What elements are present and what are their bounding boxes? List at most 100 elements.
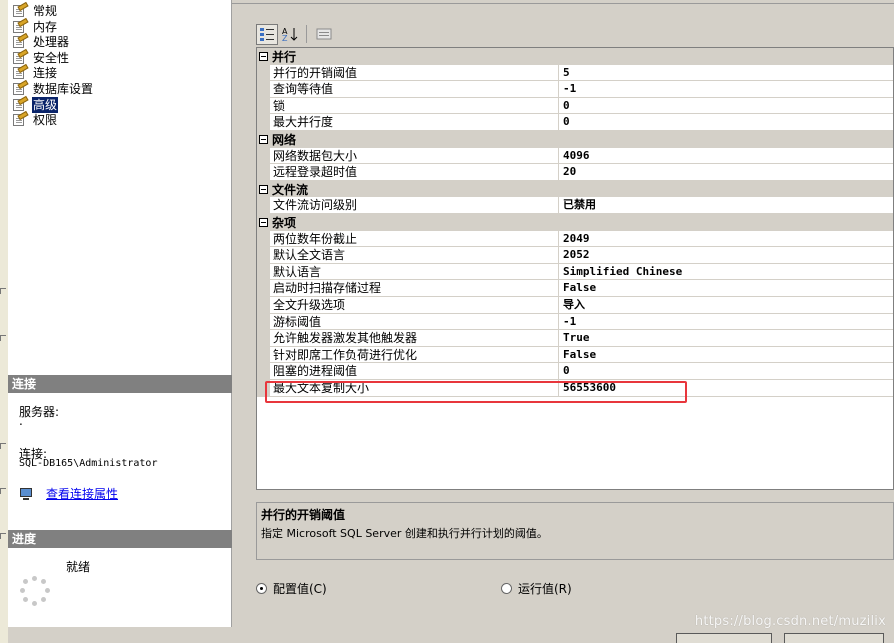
property-value[interactable]: 2049 — [559, 231, 893, 248]
property-value[interactable]: 已禁用 — [559, 197, 893, 214]
page-settings-icon — [12, 1, 29, 18]
row-gutter — [257, 97, 270, 115]
property-value[interactable]: Simplified Chinese — [559, 264, 893, 281]
collapse-toggle-icon[interactable] — [259, 134, 268, 144]
property-value[interactable]: 5 — [559, 65, 893, 82]
toolbar-separator — [306, 25, 307, 43]
category-row[interactable]: 网络 — [257, 131, 893, 148]
property-row[interactable]: 阻塞的进程阈值 0 — [257, 363, 893, 380]
property-name: 默认全文语言 — [270, 247, 559, 264]
page-item[interactable]: 安全性 — [12, 48, 70, 66]
background-window-edge — [0, 0, 8, 643]
collapse-toggle-icon[interactable] — [259, 51, 268, 61]
row-gutter — [257, 280, 270, 297]
page-item[interactable]: 处理器 — [12, 33, 70, 50]
property-value[interactable]: 0 — [559, 114, 893, 131]
property-name: 网络数据包大小 — [270, 147, 559, 165]
property-value[interactable]: 20 — [559, 164, 893, 181]
property-row[interactable]: 锁0 — [257, 97, 893, 115]
category-row[interactable]: 文件流 — [257, 180, 893, 198]
alphabetical-icon: A Z — [282, 27, 298, 42]
property-name: 游标阈值 — [270, 313, 559, 331]
progress-spinner-icon — [20, 576, 50, 606]
page-item-label: 数据库设置 — [33, 82, 94, 96]
running-values-radio[interactable] — [501, 583, 512, 594]
configured-values-label: 配置值(C) — [273, 582, 327, 596]
page-item-label: 连接 — [33, 66, 58, 81]
property-value[interactable]: 2052 — [559, 247, 893, 264]
running-values-option[interactable]: 运行值(R) — [501, 580, 572, 597]
description-text: 指定 Microsoft SQL Server 创建和执行并行计划的阈值。 — [261, 527, 548, 540]
property-pages-button[interactable] — [313, 24, 335, 45]
page-settings-icon — [12, 95, 29, 112]
property-row[interactable]: 默认语言 Simplified Chinese — [257, 263, 893, 281]
page-item[interactable]: 连接 — [12, 64, 58, 81]
property-row[interactable]: 启动时扫描存储过程 False — [257, 280, 893, 297]
connection-section: 服务器: . 连接: SQL-DB165\Administrator 查看连接属… — [8, 393, 232, 528]
property-value[interactable]: -1 — [559, 314, 893, 331]
connection-properties-icon — [19, 487, 35, 501]
property-row[interactable]: 并行的开销阈值 5 — [257, 64, 893, 82]
property-value[interactable]: False — [559, 347, 893, 364]
property-row[interactable]: 游标阈值 -1 — [257, 313, 893, 331]
row-gutter — [257, 363, 270, 380]
page-settings-icon — [12, 111, 29, 127]
page-item-label: 安全性 — [33, 50, 70, 65]
categorized-button[interactable] — [256, 23, 278, 45]
page-item[interactable]: 内存 — [12, 17, 58, 35]
page-item-label: 常规 — [33, 4, 58, 18]
server-value: . — [19, 414, 23, 428]
page-item[interactable]: 高级 — [12, 95, 59, 113]
property-row[interactable]: 网络数据包大小 4096 — [257, 147, 893, 165]
property-row[interactable]: 远程登录超时值 20 — [257, 164, 893, 181]
property-value[interactable]: False — [559, 280, 893, 297]
row-gutter — [257, 147, 270, 165]
view-connection-properties-link[interactable]: 查看连接属性 — [46, 485, 118, 502]
property-grid[interactable]: 并行 并行的开销阈值 5 查询等待值 -1 锁 0 最大并行度 0 网络 网络数据包大小 4096 远程… — [256, 47, 894, 490]
property-value[interactable]: -1 — [559, 81, 893, 98]
cancel-button[interactable] — [784, 633, 884, 643]
property-value[interactable]: True — [559, 330, 893, 347]
property-value[interactable]: 4096 — [559, 148, 893, 165]
page-item-label: 处理器 — [33, 35, 70, 50]
collapse-toggle-icon[interactable] — [259, 217, 268, 227]
row-gutter — [257, 114, 270, 131]
page-item[interactable]: 常规 — [12, 1, 58, 19]
property-row[interactable]: 针对即席工作负荷进行优化 False — [257, 346, 893, 364]
property-row[interactable]: 默认全文语言 2052 — [257, 247, 893, 264]
progress-section: 就绪 — [8, 548, 232, 627]
property-name: 查询等待值 — [270, 81, 559, 98]
row-gutter — [257, 313, 270, 331]
property-description-panel: 并行的开销阈值 指定 Microsoft SQL Server 创建和执行并行计… — [256, 502, 894, 560]
page-item[interactable]: 权限 — [12, 111, 58, 128]
select-page-pane: 常规 内存 处理器 安全性 连接 数据库设置 高级 权限 连接 服务器: . 连接: SQL-… — [8, 0, 232, 627]
property-value[interactable]: 0 — [559, 363, 893, 380]
category-label: 并行 — [272, 49, 297, 64]
view-connection-properties-row[interactable]: 查看连接属性 — [19, 485, 118, 502]
row-gutter — [257, 197, 270, 214]
property-row[interactable]: 全文升级选项 导入 — [257, 297, 893, 314]
page-item-label: 高级 — [32, 96, 59, 113]
property-value[interactable]: 导入 — [559, 297, 893, 314]
property-value[interactable]: 0 — [559, 98, 893, 115]
property-row[interactable]: 两位数年份截止 2049 — [257, 230, 893, 248]
property-name: 最大并行度 — [270, 114, 559, 131]
property-row[interactable]: 查询等待值 -1 — [257, 81, 893, 98]
property-name: 锁 — [270, 97, 559, 115]
property-name: 阻塞的进程阈值 — [270, 363, 559, 380]
category-row[interactable]: 杂项 — [257, 214, 893, 231]
property-row[interactable]: 最大并行度 0 — [257, 114, 893, 131]
property-name: 启动时扫描存储过程 — [270, 280, 559, 297]
category-row[interactable]: 并行 — [257, 48, 893, 65]
svg-text:Z: Z — [282, 34, 288, 42]
progress-section-header: 进度 — [8, 530, 232, 548]
collapse-toggle-icon[interactable] — [259, 184, 268, 194]
property-row[interactable]: 文件流访问级别 已禁用 — [257, 197, 893, 214]
configured-values-option[interactable]: 配置值(C) — [256, 580, 327, 597]
configured-values-radio[interactable] — [256, 583, 267, 594]
ok-button[interactable] — [676, 633, 772, 643]
property-row[interactable]: 允许触发器激发其他触发器 True — [257, 330, 893, 347]
category-label: 文件流 — [272, 182, 309, 197]
page-item[interactable]: 数据库设置 — [12, 79, 94, 97]
alphabetical-button[interactable]: A Z — [280, 24, 302, 45]
